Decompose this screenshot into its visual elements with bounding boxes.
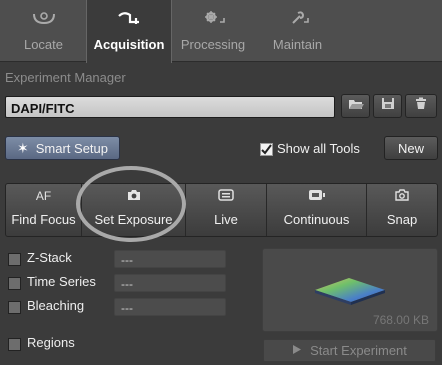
continuous-button[interactable]: Continuous xyxy=(267,184,367,236)
show-all-tools-label: Show all Tools xyxy=(277,141,360,156)
experiment-manager-label: Experiment Manager xyxy=(5,70,126,85)
set-exposure-button[interactable]: Set Exposure xyxy=(82,184,186,236)
action-label: Set Exposure xyxy=(94,212,173,227)
processing-icon xyxy=(173,10,253,28)
smart-setup-label: Smart Setup xyxy=(35,140,108,156)
delete-button[interactable] xyxy=(405,94,437,118)
experiment-name-field[interactable]: DAPI/FITC xyxy=(5,96,335,118)
live-icon xyxy=(186,189,266,203)
start-experiment-label: Start Experiment xyxy=(310,343,407,358)
z-stack-checkbox[interactable] xyxy=(8,253,21,266)
camera-icon xyxy=(82,189,185,203)
experiment-preview: 768.00 KB xyxy=(262,248,438,332)
wand-icon: ✶ xyxy=(17,139,29,156)
acquisition-icon xyxy=(87,10,171,28)
snap-button[interactable]: Snap xyxy=(367,184,437,236)
tab-acquisition[interactable]: Acquisition xyxy=(86,0,172,63)
time-series-label: Time Series xyxy=(27,274,96,289)
tab-label: Maintain xyxy=(272,37,323,52)
time-series-checkbox[interactable] xyxy=(8,277,21,290)
image-size-label: 768.00 KB xyxy=(372,313,429,327)
bleaching-label: Bleaching xyxy=(27,298,85,313)
action-bar: AF Find Focus Set Exposure Live Continuo… xyxy=(5,183,438,237)
tab-label: Locate xyxy=(23,37,64,52)
locate-icon xyxy=(5,10,82,28)
af-icon: AF xyxy=(35,189,52,203)
tab-locate[interactable]: Locate xyxy=(5,0,82,62)
time-series-value: --- xyxy=(114,274,226,292)
action-label: Snap xyxy=(386,212,418,227)
tab-label: Acquisition xyxy=(93,37,165,52)
tab-label: Processing xyxy=(180,37,246,52)
tab-maintain[interactable]: Maintain xyxy=(254,0,341,62)
z-stack-label: Z-Stack xyxy=(27,250,72,265)
tab-processing[interactable]: Processing xyxy=(173,0,253,62)
image-stack-icon xyxy=(315,278,385,305)
show-all-tools-checkbox[interactable] xyxy=(260,143,273,156)
new-button[interactable]: New xyxy=(384,136,438,160)
bleaching-checkbox[interactable] xyxy=(8,301,21,314)
open-folder-button[interactable] xyxy=(341,94,370,118)
save-icon xyxy=(381,97,395,115)
snap-icon xyxy=(367,189,437,203)
maintain-icon xyxy=(254,10,341,28)
action-label: Continuous xyxy=(283,212,350,227)
save-button[interactable] xyxy=(373,94,402,118)
action-label: Live xyxy=(214,212,238,227)
start-experiment-button[interactable]: Start Experiment xyxy=(263,339,436,362)
z-stack-value: --- xyxy=(114,250,226,268)
regions-label: Regions xyxy=(27,335,75,350)
live-button[interactable]: Live xyxy=(186,184,267,236)
regions-checkbox[interactable] xyxy=(8,338,21,351)
delete-icon xyxy=(415,97,427,115)
continuous-icon xyxy=(267,189,366,203)
smart-setup-button[interactable]: ✶ Smart Setup xyxy=(5,136,120,160)
action-label: Find Focus xyxy=(11,212,76,227)
play-icon xyxy=(292,343,302,358)
open-folder-icon xyxy=(348,97,364,115)
find-focus-button[interactable]: AF Find Focus xyxy=(6,184,82,236)
bleaching-value: --- xyxy=(114,298,226,316)
